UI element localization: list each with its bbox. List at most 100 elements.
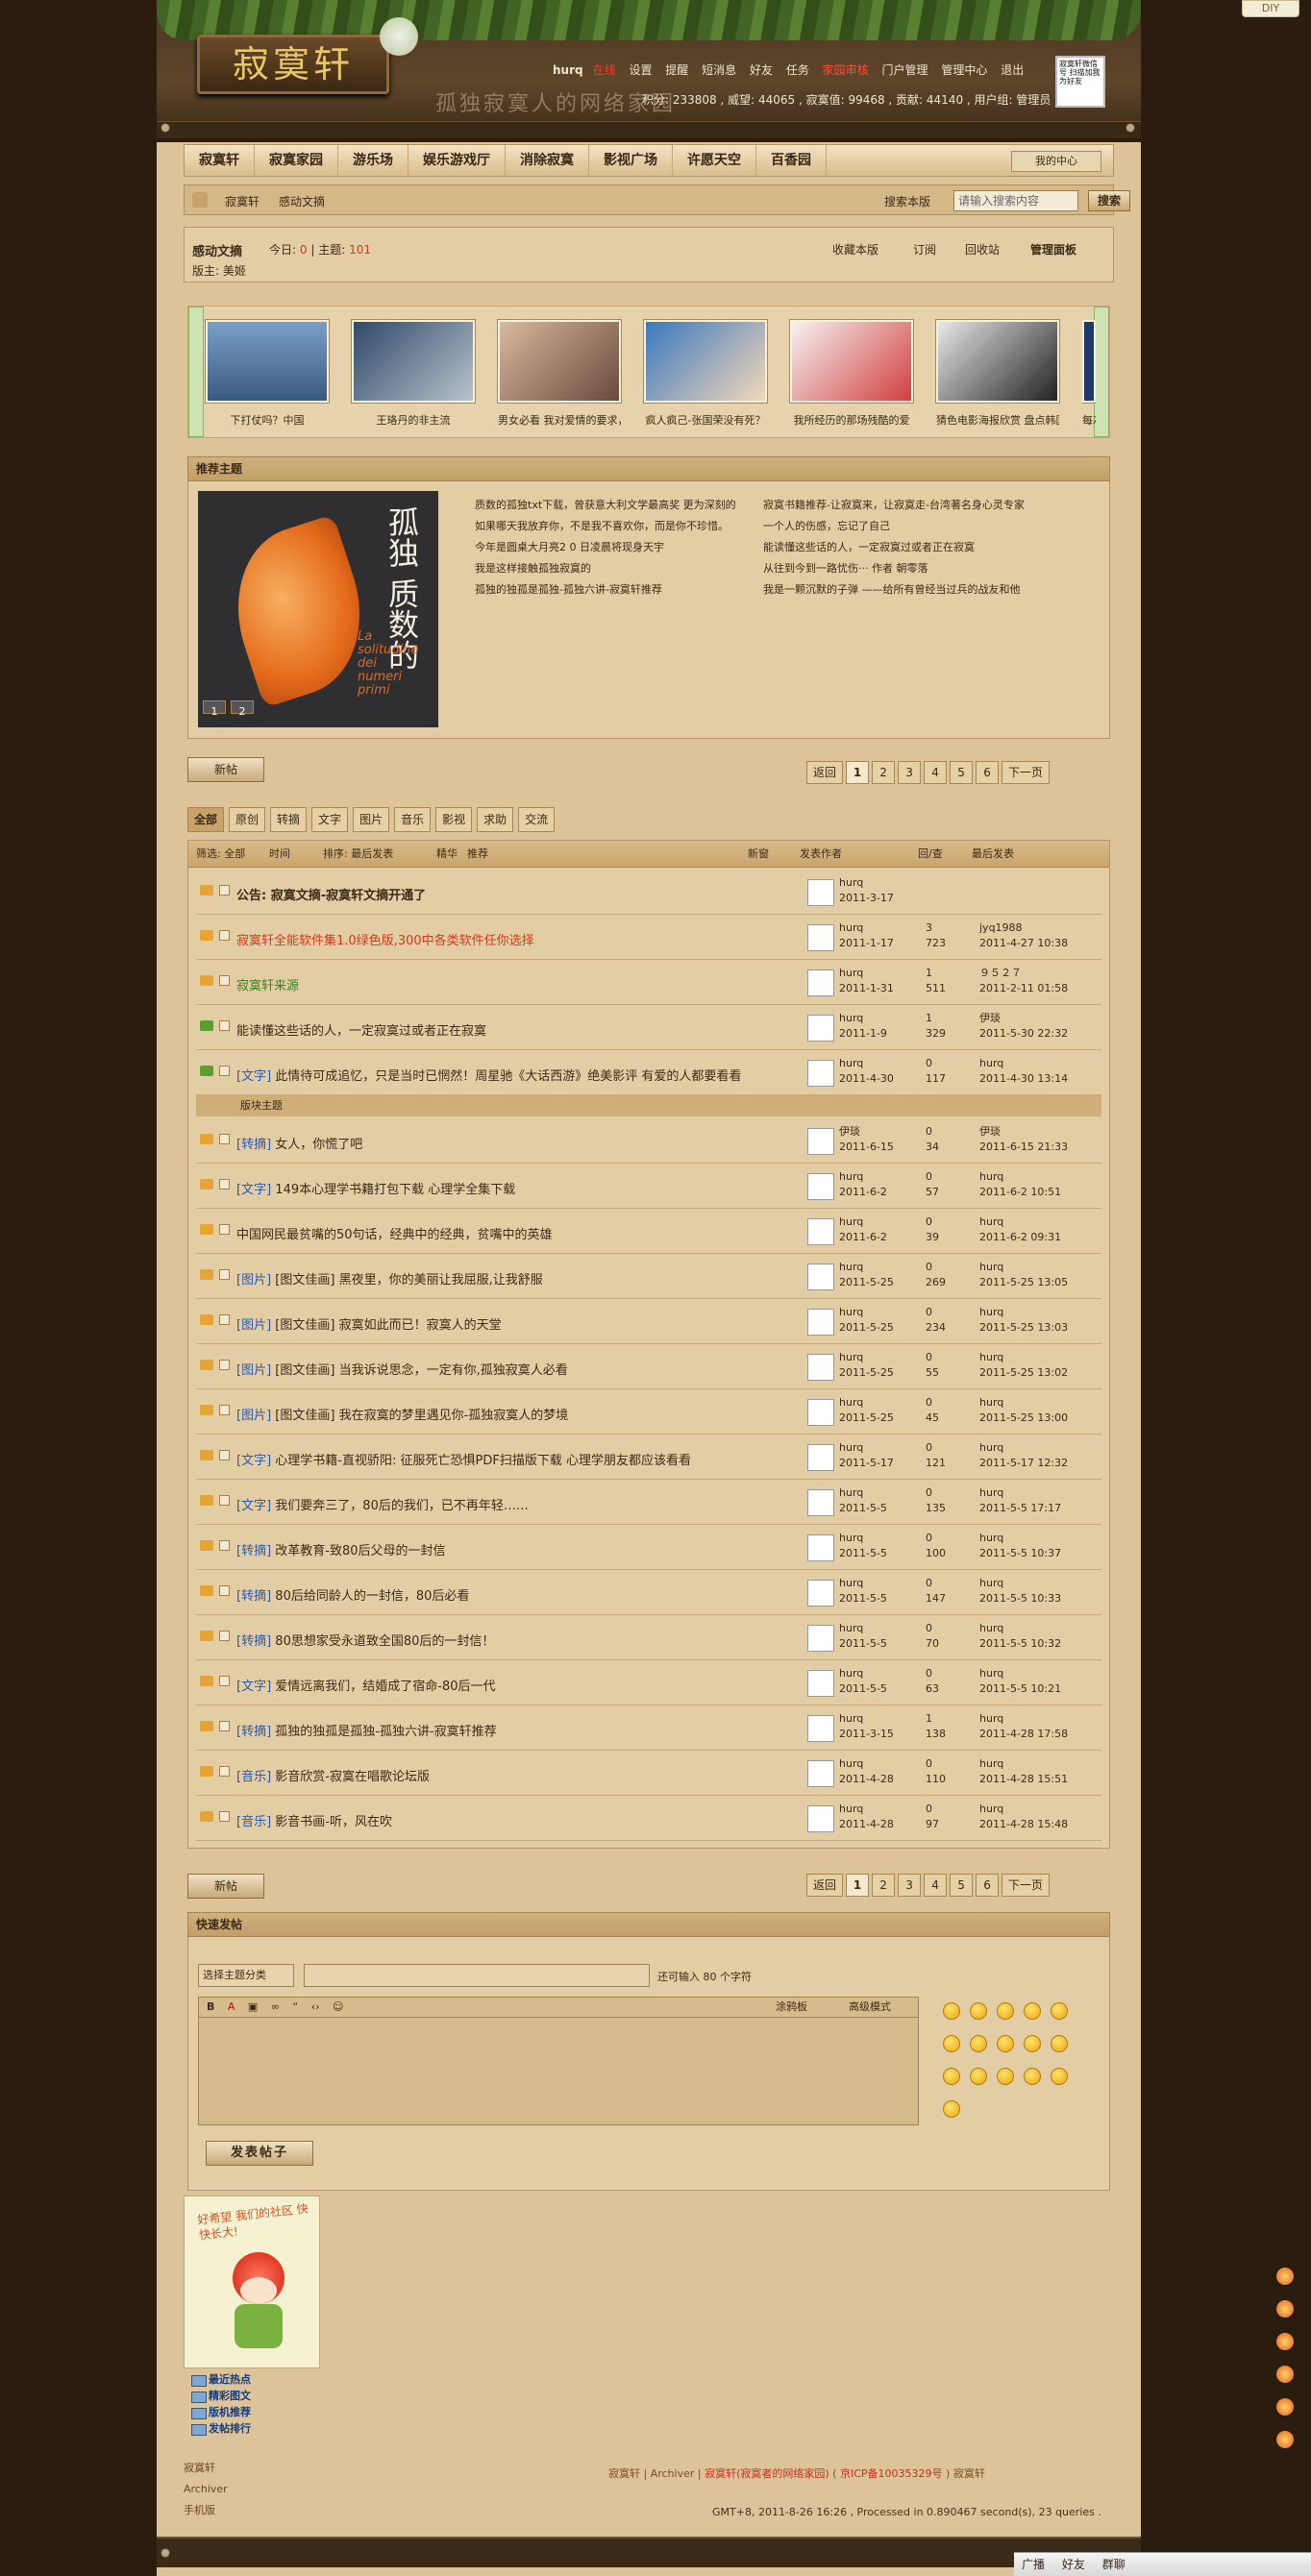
last-user[interactable]: hurq — [979, 1395, 1068, 1411]
nav-item-playground[interactable]: 游乐场 — [338, 145, 408, 176]
thread-title-text[interactable]: 此情待可成追忆，只是当时已惘然！周星驰《大话西游》绝美影评 有爱的人都要看看 — [275, 1069, 741, 1084]
slide-item[interactable]: 男女必看 我对爱情的要求， — [498, 320, 621, 428]
thread-tag[interactable]: [图片] — [236, 1273, 271, 1288]
author-name[interactable]: hurq — [839, 1056, 894, 1071]
avatar[interactable] — [807, 1399, 834, 1426]
last-time[interactable]: 2011-5-5 10:33 — [979, 1591, 1061, 1607]
last-user[interactable]: hurq — [979, 1056, 1068, 1071]
avatar[interactable] — [807, 1444, 834, 1471]
dock-icon[interactable] — [1276, 2398, 1294, 2416]
author-name[interactable]: hurq — [839, 1666, 887, 1681]
thread-title-text[interactable]: 寂寞轩来源 — [236, 979, 299, 994]
slider-next-icon[interactable] — [1094, 307, 1109, 437]
table-row[interactable]: [图片] [图文佳画] 当我诉说思念，一定有你,孤独寂寞人必看 hurq 2011-… — [196, 1344, 1101, 1389]
footer-link[interactable]: 寂寞轩 — [608, 2467, 640, 2480]
thread-checkbox[interactable] — [219, 1721, 230, 1731]
thread-title[interactable]: [转摘] 女人，你慌了吧 — [236, 1134, 362, 1152]
last-time[interactable]: 2011-5-25 13:00 — [979, 1411, 1068, 1426]
recommend-link[interactable]: 能读懂这些话的人，一定寂寞过或者正在寂寞 — [763, 537, 975, 558]
color-icon[interactable]: A — [228, 2000, 235, 2013]
book-page-2[interactable]: 2 — [231, 700, 254, 718]
avatar[interactable] — [807, 969, 834, 996]
last-user[interactable]: hurq — [979, 1802, 1068, 1817]
post-textarea[interactable] — [198, 2018, 919, 2125]
post-title-input[interactable] — [304, 1964, 650, 1987]
thread-title-text[interactable]: 寂寞轩全能软件集1.0绿色版,300中各类软件任你选择 — [236, 934, 534, 948]
thread-checkbox[interactable] — [219, 1450, 230, 1460]
thread-title-text[interactable]: 女人，你慌了吧 — [275, 1138, 362, 1152]
thread-title-text[interactable]: [图文佳画] 当我诉说思念，一定有你,孤独寂寞人必看 — [275, 1363, 567, 1378]
thread-title[interactable]: [文字] 心理学书籍-直视骄阳: 征服死亡恐惧PDF扫描版下载 心理学朋友都应该… — [236, 1450, 691, 1468]
author-name[interactable]: hurq — [839, 1169, 887, 1185]
nav-item-home[interactable]: 寂寞轩 — [185, 145, 255, 176]
digest-filter[interactable]: 精华 — [436, 841, 458, 868]
recommend-link[interactable]: 寂寞书籍推荐-让寂寞来，让寂寞走-台湾著名身心灵专家 — [763, 495, 1025, 516]
last-user[interactable]: hurq — [979, 1260, 1068, 1275]
friends-link[interactable]: 好友 — [750, 63, 773, 77]
username-link[interactable]: hurq — [553, 63, 583, 77]
thread-title[interactable]: [文字] 此情待可成追忆，只是当时已惘然！周星驰《大话西游》绝美影评 有爱的人都… — [236, 1066, 741, 1084]
smiley-icon[interactable] — [943, 2002, 960, 2020]
thread-checkbox[interactable] — [219, 1134, 230, 1144]
smiley-icon[interactable]: ☺ — [333, 2000, 343, 2013]
author-name[interactable]: hurq — [839, 1711, 894, 1727]
author-name[interactable]: hurq — [839, 1756, 894, 1772]
thread-checkbox[interactable] — [219, 885, 230, 895]
favorite-forum-link[interactable]: 收藏本版 — [832, 241, 878, 258]
recommend-link[interactable]: 我是这样接触孤独寂寞的 — [475, 558, 591, 579]
smiley-icon[interactable] — [943, 2068, 960, 2085]
table-row[interactable]: [音乐] 影音欣赏-寂寞在唱歌论坛版 hurq 2011-4-28 0 110 hurq 2… — [196, 1751, 1101, 1796]
smiley-icon[interactable] — [970, 2035, 987, 2052]
filter-select[interactable]: 筛选: 全部 — [196, 841, 245, 868]
page-button[interactable]: 4 — [924, 1874, 948, 1897]
table-row[interactable]: [文字] 爱情远离我们，结婚成了宿命-80后一代 hurq 2011-5-5 0 63 h… — [196, 1660, 1101, 1705]
smiley-icon[interactable] — [997, 2002, 1014, 2020]
settings-link[interactable]: 设置 — [629, 63, 652, 77]
thread-title-text[interactable]: 影音书画-听，风在吹 — [275, 1815, 392, 1829]
portal-admin-link[interactable]: 门户管理 — [882, 63, 928, 77]
page-button[interactable]: 4 — [924, 761, 948, 784]
thread-title[interactable]: 公告: 寂寞文摘-寂寞轩文摘开通了 — [236, 885, 426, 903]
table-row[interactable]: 中国网民最贫嘴的50句话，经典中的经典，贫嘴中的英雄 hurq 2011-6-2 0 3… — [196, 1209, 1101, 1254]
thread-checkbox[interactable] — [219, 1540, 230, 1551]
table-row[interactable]: [图片] [图文佳画] 我在寂寞的梦里遇见你-孤独寂寞人的梦境 hurq 2011-… — [196, 1389, 1101, 1435]
book-page-1[interactable]: 1 — [203, 700, 226, 718]
notice-link[interactable]: 提醒 — [665, 63, 688, 77]
avatar[interactable] — [807, 1354, 834, 1381]
last-user[interactable]: jyq1988 — [979, 920, 1068, 936]
smiley-icon[interactable] — [970, 2002, 987, 2020]
table-row[interactable]: [图片] [图文佳画] 寂寞如此而已！寂寞人的天堂 hurq 2011-5-25 0 2… — [196, 1299, 1101, 1344]
submit-post-button[interactable]: 发表帖子 — [206, 2141, 313, 2166]
thread-tag[interactable]: [文字] — [236, 1183, 271, 1197]
page-button[interactable]: 3 — [898, 1874, 922, 1897]
last-user[interactable]: 伊琰 — [979, 1124, 1068, 1140]
thread-tag[interactable]: [文字] — [236, 1454, 271, 1468]
recycle-bin-link[interactable]: 回收站 — [965, 241, 1000, 258]
last-user[interactable]: hurq — [979, 1440, 1068, 1456]
thread-checkbox[interactable] — [219, 1269, 230, 1280]
smiley-icon[interactable] — [1024, 2068, 1041, 2085]
author-name[interactable]: hurq — [839, 1621, 887, 1636]
group-chat-button[interactable]: 群聊 — [1102, 2558, 1125, 2571]
avatar[interactable] — [807, 879, 834, 906]
slide-item[interactable]: 王珞丹的非主流 — [352, 320, 475, 428]
last-time[interactable]: 2011-4-28 17:58 — [979, 1727, 1068, 1742]
last-user[interactable]: hurq — [979, 1214, 1061, 1230]
sketch-link[interactable]: 涂鸦板 — [776, 1998, 807, 2017]
last-time[interactable]: 2011-5-5 10:32 — [979, 1636, 1061, 1652]
table-row[interactable]: [文字] 心理学书籍-直视骄阳: 征服死亡恐惧PDF扫描版下载 心理学朋友都应该… — [196, 1435, 1101, 1480]
dock-icon[interactable] — [1276, 2366, 1294, 2383]
avatar[interactable] — [807, 1715, 834, 1742]
table-row[interactable]: [音乐] 影音书画-听，风在吹 hurq 2011-4-28 0 97 hurq 2011-… — [196, 1796, 1101, 1841]
thread-checkbox[interactable] — [219, 930, 230, 941]
last-time[interactable]: 2011-5-25 13:05 — [979, 1275, 1068, 1290]
thread-title-text[interactable]: 149本心理学书籍打包下载 心理学全集下载 — [275, 1183, 515, 1197]
last-user[interactable]: hurq — [979, 1711, 1068, 1727]
footer-link[interactable]: Archiver — [651, 2467, 695, 2480]
thread-title[interactable]: [音乐] 影音书画-听，风在吹 — [236, 1811, 392, 1829]
tab-music[interactable]: 音乐 — [394, 807, 432, 832]
thread-checkbox[interactable] — [219, 1495, 230, 1506]
thread-checkbox[interactable] — [219, 1179, 230, 1190]
last-time[interactable]: 2011-4-30 13:14 — [979, 1071, 1068, 1087]
thread-title-text[interactable]: 80思想家受永道致全国80后的一封信！ — [275, 1634, 494, 1649]
